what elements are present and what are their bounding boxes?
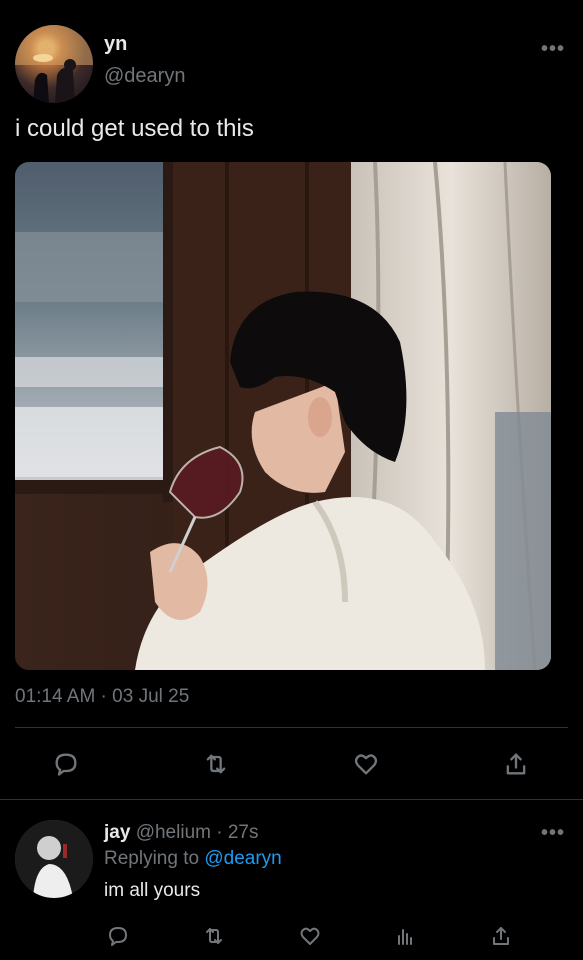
share-icon[interactable]: [500, 748, 532, 780]
reply-text: im all yours: [104, 880, 201, 901]
reply-icon[interactable]: [102, 920, 134, 952]
share-icon[interactable]: [485, 920, 517, 952]
reply-author-name[interactable]: jay: [104, 822, 130, 843]
like-icon[interactable]: [350, 748, 382, 780]
replying-to: Replying to @dearyn: [104, 848, 282, 870]
reply-time: · 27s: [216, 822, 259, 843]
retweet-icon[interactable]: [200, 748, 232, 780]
views-icon[interactable]: [389, 920, 421, 952]
more-options-icon[interactable]: •••: [541, 822, 565, 845]
divider: [15, 727, 568, 728]
more-options-icon[interactable]: •••: [541, 38, 565, 61]
author-handle[interactable]: @dearyn: [104, 65, 185, 88]
tweet-image[interactable]: [15, 162, 551, 670]
retweet-icon[interactable]: [198, 920, 230, 952]
author-name[interactable]: yn: [104, 33, 127, 56]
tweet-text: i could get used to this: [15, 115, 254, 142]
like-icon[interactable]: [294, 920, 326, 952]
tweet-timestamp: 01:14 AM · 03 Jul 25: [15, 686, 190, 707]
replying-prefix: Replying to: [104, 848, 200, 869]
divider: [0, 799, 583, 800]
avatar[interactable]: [15, 820, 93, 898]
avatar[interactable]: [15, 25, 93, 103]
reply-icon[interactable]: [50, 748, 82, 780]
mention-link[interactable]: @dearyn: [204, 848, 281, 869]
reply-author-handle[interactable]: @helium: [136, 822, 211, 843]
